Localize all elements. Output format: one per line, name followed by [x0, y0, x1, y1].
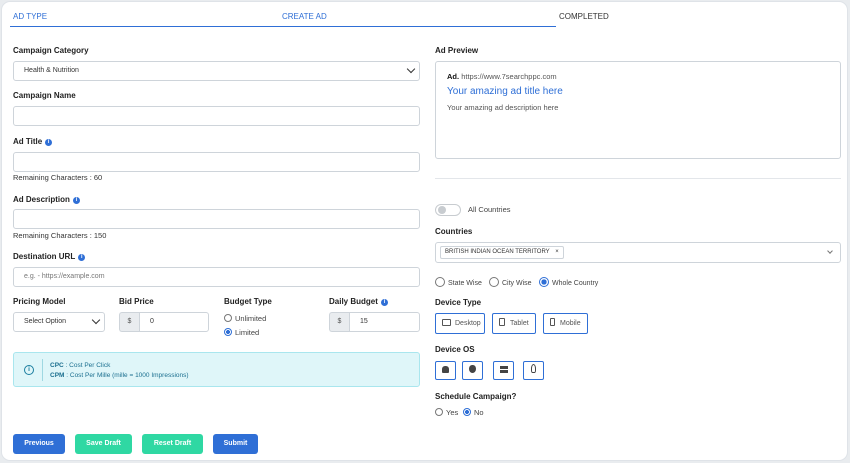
radio-checked-icon: [224, 328, 232, 336]
windows-icon: [499, 366, 508, 373]
device-os-label: Device OS: [435, 345, 475, 354]
info-icon[interactable]: i: [380, 299, 388, 306]
budget-unlimited-radio[interactable]: Unlimited: [224, 314, 266, 323]
campaign-name-input[interactable]: [13, 106, 420, 126]
os-apple-button[interactable]: [462, 361, 483, 380]
pricing-model-label: Pricing Model: [13, 297, 66, 306]
bid-price-value: 0: [150, 318, 154, 325]
ad-title-input[interactable]: [13, 152, 420, 172]
desktop-icon: [442, 319, 451, 326]
cpm-line: CPM : Cost Per Mille (mille = 1000 Impre…: [50, 372, 189, 379]
daily-currency-prefix: $: [329, 312, 349, 332]
device-desktop-button[interactable]: Desktop: [435, 313, 485, 334]
state-wise-radio[interactable]: State Wise: [435, 277, 482, 287]
info-divider: [42, 359, 43, 381]
radio-checked-icon: [539, 277, 549, 287]
budget-type-label: Budget Type: [224, 297, 272, 306]
chevron-down-icon: [406, 64, 416, 74]
pricing-info-box: i CPC : Cost Per Click CPM : Cost Per Mi…: [13, 352, 420, 387]
section-divider: [435, 178, 841, 179]
destination-url-input[interactable]: e.g. - https://example.com: [13, 267, 420, 287]
schedule-yes-radio[interactable]: Yes: [435, 408, 458, 417]
schedule-no-radio[interactable]: No: [463, 408, 484, 417]
bid-currency-prefix: $: [119, 312, 139, 332]
daily-budget-label: Daily Budget i: [329, 297, 388, 306]
pricing-model-value: Select Option: [24, 318, 67, 325]
all-countries-label: All Countries: [468, 205, 511, 214]
linux-icon: [531, 364, 536, 373]
tablet-icon: [499, 318, 505, 326]
tab-progress-line: [10, 26, 556, 27]
budget-limited-radio[interactable]: Limited: [224, 328, 259, 337]
mobile-icon: [550, 318, 555, 326]
ad-description-label: Ad Description i: [13, 195, 80, 204]
device-tablet-button[interactable]: Tablet: [492, 313, 536, 334]
country-chip: BRITISH INDIAN OCEAN TERRITORY ×: [440, 246, 564, 259]
tab-completed[interactable]: COMPLETED: [559, 12, 609, 21]
campaign-category-label: Campaign Category: [13, 46, 89, 55]
ad-preview-url-line: Ad. https://www.7searchppc.com: [447, 72, 557, 81]
submit-button[interactable]: Submit: [213, 434, 258, 454]
bid-price-label: Bid Price: [119, 297, 154, 306]
info-circle-icon: i: [24, 365, 34, 375]
radio-icon: [224, 314, 232, 322]
whole-country-radio[interactable]: Whole Country: [539, 277, 598, 287]
pricing-model-select[interactable]: Select Option: [13, 312, 105, 332]
os-windows-button[interactable]: [493, 361, 514, 380]
ad-title-remaining: Remaining Characters : 60: [13, 173, 103, 182]
chevron-down-icon: [827, 248, 833, 254]
campaign-name-label: Campaign Name: [13, 91, 76, 100]
ad-title-label: Ad Title i: [13, 137, 53, 146]
daily-budget-input[interactable]: 15: [349, 312, 420, 332]
ad-description-input[interactable]: [13, 209, 420, 229]
countries-label: Countries: [435, 227, 473, 236]
os-android-button[interactable]: [435, 361, 456, 380]
previous-button[interactable]: Previous: [13, 434, 65, 454]
city-wise-radio[interactable]: City Wise: [489, 277, 532, 287]
ad-description-remaining: Remaining Characters : 150: [13, 231, 107, 240]
info-icon[interactable]: i: [78, 254, 86, 261]
apple-icon: [469, 365, 476, 373]
cpc-line: CPC : Cost Per Click: [50, 362, 111, 369]
destination-url-placeholder: e.g. - https://example.com: [24, 273, 105, 280]
ad-preview-description: Your amazing ad description here: [447, 103, 559, 112]
ad-preview-title: Your amazing ad title here: [447, 86, 563, 97]
ad-preview-box: Ad. https://www.7searchppc.com Your amaz…: [435, 61, 841, 159]
create-ad-card: AD TYPE CREATE AD COMPLETED Campaign Cat…: [1, 1, 848, 461]
device-mobile-button[interactable]: Mobile: [543, 313, 588, 334]
radio-icon: [435, 277, 445, 287]
bid-price-input[interactable]: 0: [139, 312, 209, 332]
android-icon: [442, 366, 449, 373]
radio-icon: [489, 277, 499, 287]
radio-checked-icon: [463, 408, 471, 416]
chevron-down-icon: [91, 315, 101, 325]
reset-draft-button[interactable]: Reset Draft: [142, 434, 203, 454]
campaign-category-select[interactable]: Health & Nutrition: [13, 61, 420, 81]
info-icon[interactable]: i: [72, 197, 80, 204]
schedule-campaign-label: Schedule Campaign?: [435, 392, 517, 401]
os-linux-button[interactable]: [523, 361, 544, 380]
ad-preview-label: Ad Preview: [435, 46, 479, 55]
chip-close-icon[interactable]: ×: [555, 249, 559, 255]
destination-url-label: Destination URL i: [13, 252, 86, 261]
daily-budget-value: 15: [360, 318, 368, 325]
tab-ad-type[interactable]: AD TYPE: [13, 12, 47, 21]
tab-create-ad[interactable]: CREATE AD: [282, 12, 327, 21]
all-countries-toggle[interactable]: [435, 204, 461, 216]
save-draft-button[interactable]: Save Draft: [75, 434, 132, 454]
info-icon[interactable]: i: [45, 139, 53, 146]
radio-icon: [435, 408, 443, 416]
countries-multiselect[interactable]: BRITISH INDIAN OCEAN TERRITORY ×: [435, 242, 841, 263]
campaign-category-value: Health & Nutrition: [24, 67, 79, 74]
device-type-label: Device Type: [435, 298, 482, 307]
toggle-knob: [438, 206, 446, 214]
